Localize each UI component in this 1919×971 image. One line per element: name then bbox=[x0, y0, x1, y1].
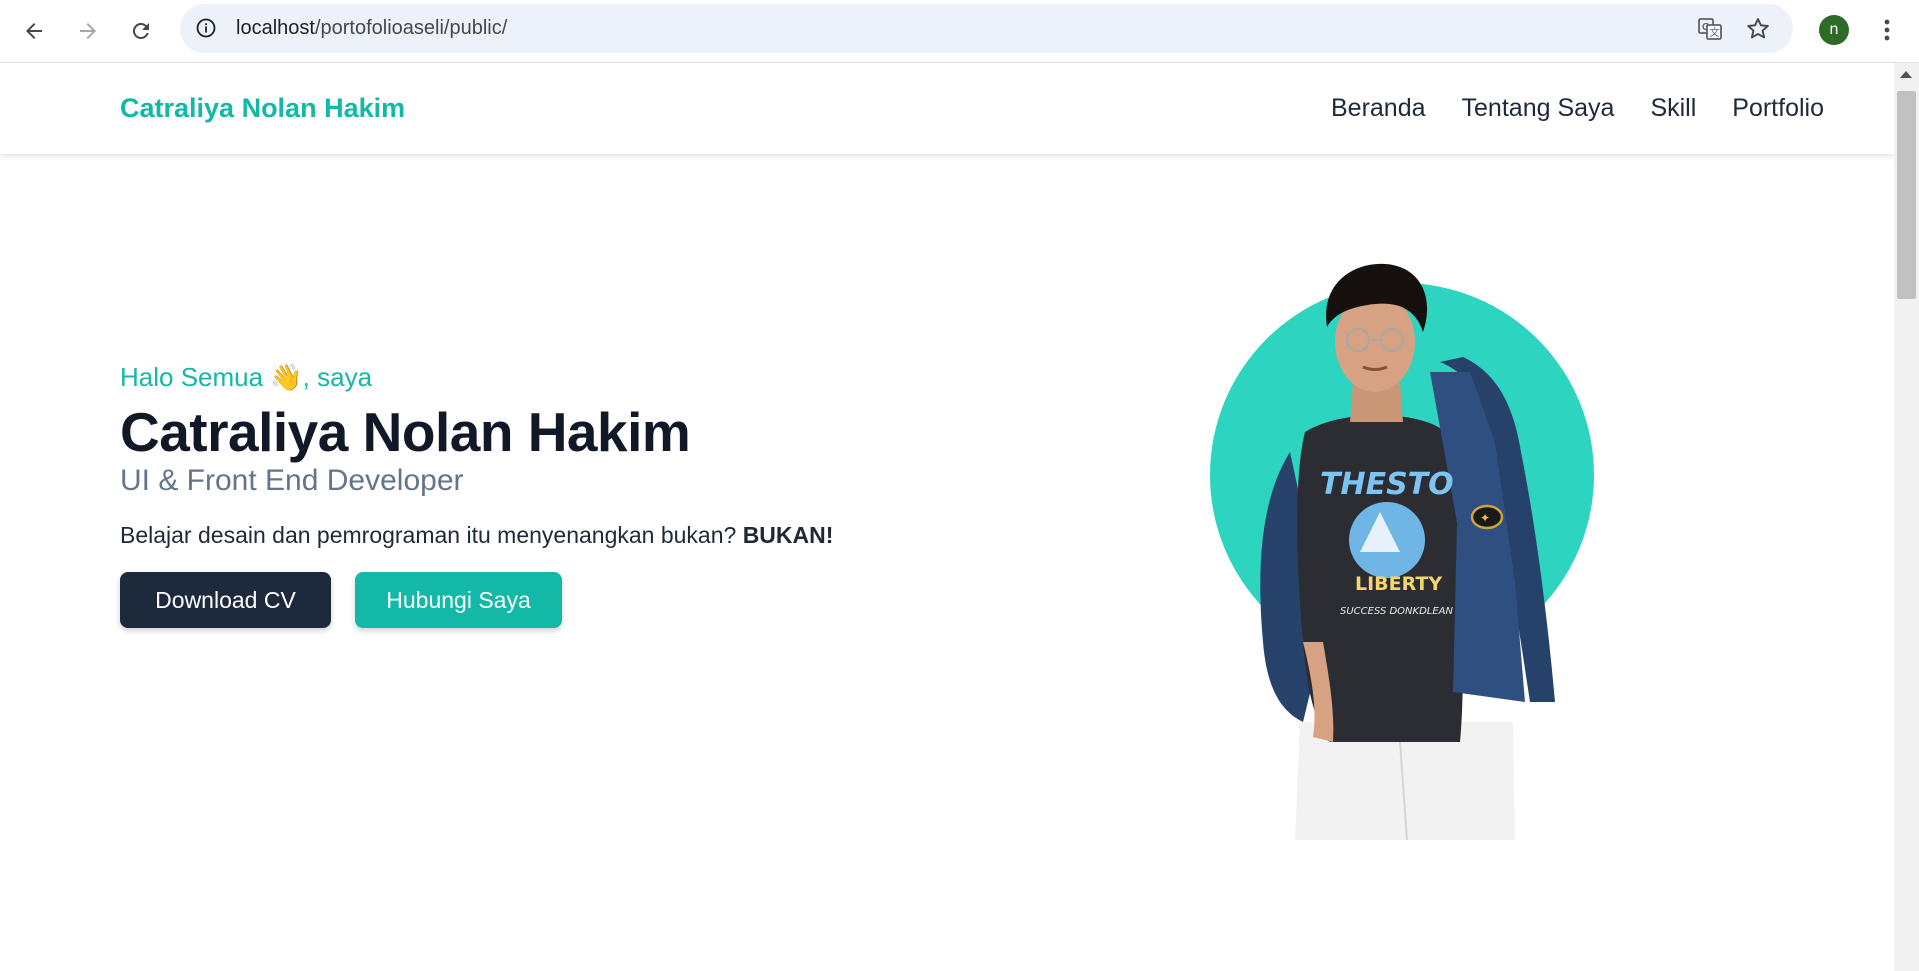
url-host: localhost bbox=[236, 17, 315, 39]
arrow-left-icon bbox=[26, 23, 42, 39]
nav-link-tentang-saya[interactable]: Tentang Saya bbox=[1462, 94, 1615, 123]
shirt-text-mid: LIBERTY bbox=[1355, 573, 1442, 595]
hero-name: Catraliya Nolan Hakim bbox=[120, 401, 691, 463]
translate-icon[interactable]: G 文 bbox=[1697, 16, 1723, 42]
bookmark-star-icon[interactable] bbox=[1745, 16, 1771, 42]
shirt-text-bottom: SUCCESS DONKDLEAN bbox=[1340, 606, 1454, 617]
download-cv-button[interactable]: Download CV bbox=[120, 572, 331, 628]
back-button[interactable] bbox=[14, 11, 54, 51]
page-scrollbar[interactable] bbox=[1894, 63, 1919, 971]
nav-link-skill[interactable]: Skill bbox=[1650, 94, 1696, 123]
site-brand[interactable]: Catraliya Nolan Hakim bbox=[120, 63, 405, 154]
address-bar[interactable]: localhost/portofolioaseli/public/ G 文 bbox=[180, 4, 1793, 53]
hero-role: UI & Front End Developer bbox=[120, 464, 464, 497]
url-path: /portofolioaseli/public/ bbox=[314, 17, 508, 39]
browser-toolbar: localhost/portofolioaseli/public/ G 文 n bbox=[0, 0, 1919, 63]
page-viewport: Catraliya Nolan Hakim Beranda Tentang Sa… bbox=[0, 63, 1894, 971]
scroll-up-arrow-icon[interactable] bbox=[1900, 71, 1912, 78]
forward-button[interactable] bbox=[68, 11, 108, 51]
reload-button[interactable] bbox=[121, 11, 161, 51]
nav-link-portfolio[interactable]: Portfolio bbox=[1732, 94, 1824, 123]
scroll-thumb[interactable] bbox=[1897, 91, 1916, 299]
hero-tagline-emphasis: BUKAN! bbox=[742, 522, 834, 548]
site-navbar: Catraliya Nolan Hakim Beranda Tentang Sa… bbox=[0, 63, 1894, 154]
more-menu-icon[interactable] bbox=[1872, 14, 1902, 46]
nav-link-beranda[interactable]: Beranda bbox=[1331, 94, 1426, 123]
url-text: localhost/portofolioaseli/public/ bbox=[236, 4, 507, 53]
hero-tagline: Belajar desain dan pemrograman itu menye… bbox=[120, 522, 833, 549]
shirt-text-top: THESTO bbox=[1320, 467, 1454, 502]
hero-tagline-text: Belajar desain dan pemrograman itu menye… bbox=[120, 522, 737, 548]
arrow-right-icon bbox=[80, 23, 96, 39]
svg-text:✦: ✦ bbox=[1480, 511, 1490, 525]
site-info-icon[interactable] bbox=[194, 16, 218, 40]
profile-avatar[interactable]: n bbox=[1819, 15, 1849, 45]
svg-text:文: 文 bbox=[1710, 26, 1720, 39]
hero-greeting: Halo Semua 👋, saya bbox=[120, 362, 373, 392]
nav-menu: Beranda Tentang Saya Skill Portfolio bbox=[1331, 63, 1824, 154]
profile-photo: ✦ THESTO LIBERTY SUCCESS DONKDLEAN bbox=[1210, 263, 1594, 841]
contact-button[interactable]: Hubungi Saya bbox=[355, 572, 562, 628]
reload-icon bbox=[132, 22, 149, 39]
